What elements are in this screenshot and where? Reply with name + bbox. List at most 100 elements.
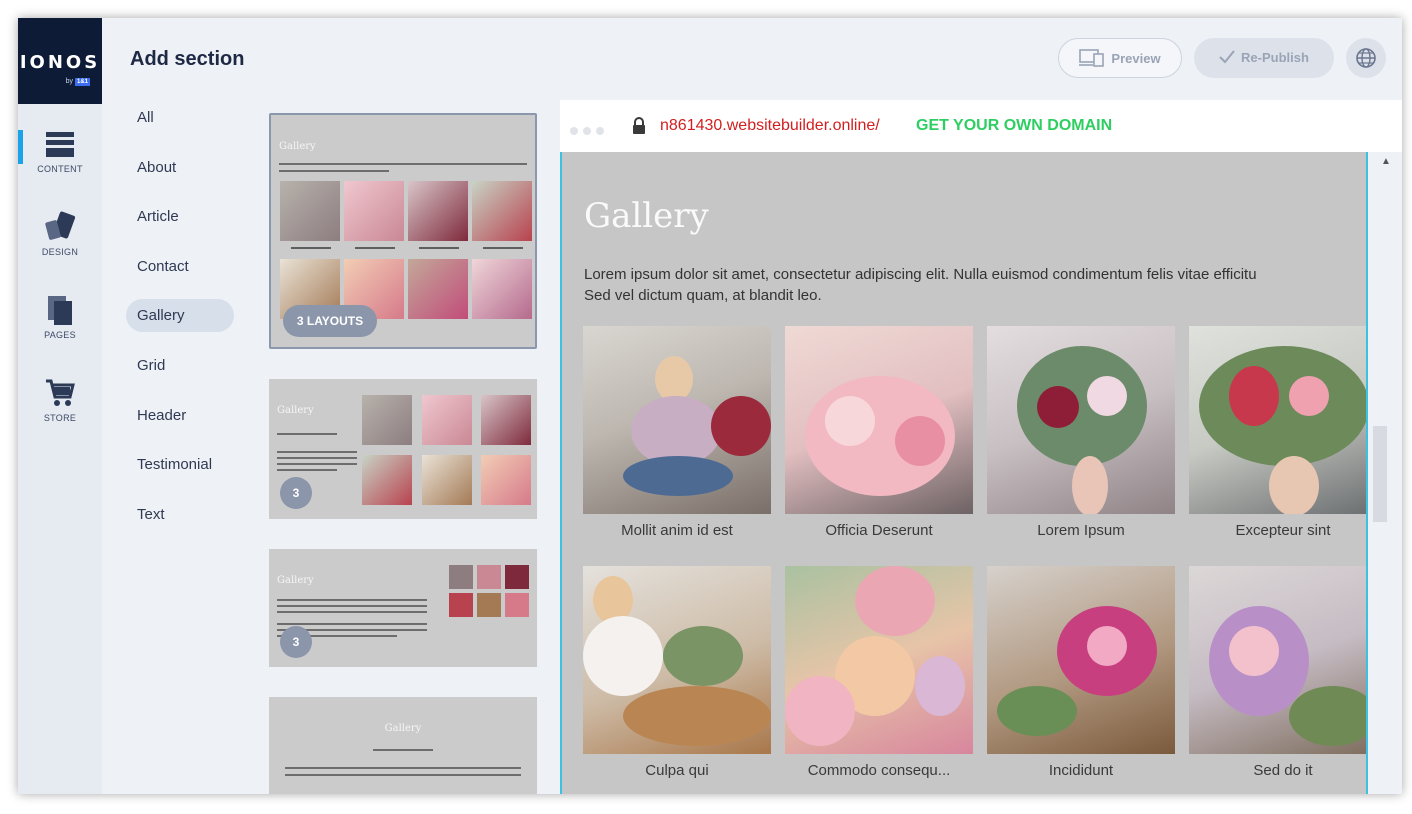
thumbnail-image xyxy=(472,259,532,319)
layout-thumbnail-1[interactable]: Gallery 3 LAYOUTS xyxy=(269,113,537,349)
gallery-caption-3[interactable]: Lorem Ipsum xyxy=(987,522,1175,539)
layout-thumbnail-3[interactable]: Gallery 3 xyxy=(269,549,537,667)
thumbnail-image xyxy=(481,395,531,445)
thumbnail-text-line xyxy=(277,451,357,453)
ionos-logo: IONOS by 1&1 xyxy=(18,18,102,104)
thumbnail-text-line xyxy=(279,170,389,172)
category-testimonial[interactable]: Testimonial xyxy=(126,448,234,481)
thumbnail-image xyxy=(505,565,529,589)
rail-content[interactable]: CONTENT xyxy=(18,116,102,186)
layout-thumbnail-4[interactable]: Gallery xyxy=(269,697,537,794)
category-header[interactable]: Header xyxy=(126,399,234,432)
site-url[interactable]: n861430.websitebuilder.online/ xyxy=(660,117,880,135)
thumbnail-caption xyxy=(419,247,459,249)
pages-icon xyxy=(48,296,72,325)
rail-design[interactable]: DESIGN xyxy=(18,199,102,269)
cart-icon xyxy=(46,379,75,406)
preview-scrollbar[interactable]: ▲ xyxy=(1372,152,1402,794)
rail-pages-label: PAGES xyxy=(44,330,76,340)
rail-store[interactable]: STORE xyxy=(18,365,102,435)
gallery-caption-1[interactable]: Mollit anim id est xyxy=(583,522,771,539)
layouts-badge: 3 xyxy=(280,477,312,509)
logo-mark: 1&1 xyxy=(74,78,90,86)
layout-thumbnail-2[interactable]: Gallery 3 xyxy=(269,379,537,519)
lock-icon xyxy=(633,117,645,134)
devices-icon xyxy=(1079,49,1105,67)
window-dots xyxy=(570,122,609,140)
rail-design-label: DESIGN xyxy=(41,247,79,257)
thumbnail-image xyxy=(449,593,473,617)
thumbnail-text-line xyxy=(285,774,521,776)
gallery-image-7[interactable] xyxy=(987,566,1175,754)
layouts-badge: 3 xyxy=(280,626,312,658)
category-all[interactable]: All xyxy=(126,101,234,134)
thumbnail-image xyxy=(280,181,340,241)
thumbnail-image xyxy=(477,593,501,617)
logo-by: by xyxy=(65,78,73,85)
rail-pages[interactable]: PAGES xyxy=(18,282,102,352)
gallery-title[interactable]: Gallery xyxy=(584,196,709,236)
logo-text: IONOS xyxy=(19,52,101,73)
thumbnail-image xyxy=(481,455,531,505)
preview-button[interactable]: Preview xyxy=(1058,38,1182,78)
thumbnail-text-line xyxy=(277,623,427,625)
thumbnail-title: Gallery xyxy=(277,575,314,586)
thumbnail-text-line xyxy=(285,767,521,769)
gallery-caption-6[interactable]: Commodo consequ... xyxy=(785,762,973,779)
site-preview[interactable]: Gallery Lorem ipsum dolor sit amet, cons… xyxy=(560,152,1368,794)
gallery-caption-2[interactable]: Officia Deserunt xyxy=(785,522,973,539)
thumbnail-text-line xyxy=(277,599,427,601)
gallery-caption-8[interactable]: Sed do it xyxy=(1189,762,1366,779)
gallery-image-8[interactable] xyxy=(1189,566,1366,754)
left-rail: IONOS by 1&1 CONTENT DESIGN PAGES STORE xyxy=(18,18,102,794)
category-article[interactable]: Article xyxy=(126,200,234,233)
logo-byline: by 1&1 xyxy=(66,78,90,86)
category-text[interactable]: Text xyxy=(126,498,234,531)
thumbnail-text-line xyxy=(277,605,427,607)
thumbnail-caption xyxy=(355,247,395,249)
gallery-image-3[interactable] xyxy=(987,326,1175,514)
category-grid[interactable]: Grid xyxy=(126,349,234,382)
category-contact[interactable]: Contact xyxy=(126,250,234,283)
thumbnail-title: Gallery xyxy=(384,723,422,734)
thumbnail-image xyxy=(408,259,468,319)
category-gallery[interactable]: Gallery xyxy=(126,299,234,332)
panel-title: Add section xyxy=(130,48,245,70)
thumbnail-image xyxy=(505,593,529,617)
language-button[interactable] xyxy=(1346,38,1386,78)
gallery-image-4[interactable] xyxy=(1189,326,1366,514)
browser-url-bar: n861430.websitebuilder.online/ GET YOUR … xyxy=(560,100,1402,152)
thumbnail-image xyxy=(449,565,473,589)
design-icon xyxy=(45,211,76,240)
thumbnail-image xyxy=(362,395,412,445)
gallery-description[interactable]: Lorem ipsum dolor sit amet, consectetur … xyxy=(584,264,1366,306)
thumbnail-text-line xyxy=(277,433,337,435)
thumbnail-image xyxy=(408,181,468,241)
gallery-description-line-1: Lorem ipsum dolor sit amet, consectetur … xyxy=(584,266,1257,283)
thumbnail-image xyxy=(422,455,472,505)
thumbnail-image xyxy=(362,455,412,505)
rail-content-label: CONTENT xyxy=(37,164,83,174)
republish-label: Re-Publish xyxy=(1241,50,1309,65)
gallery-caption-7[interactable]: Incididunt xyxy=(987,762,1175,779)
thumbnail-caption xyxy=(483,247,523,249)
globe-icon xyxy=(1356,48,1376,68)
rail-store-label: STORE xyxy=(43,413,77,423)
thumbnail-text-line xyxy=(277,457,357,459)
gallery-image-6[interactable] xyxy=(785,566,973,754)
scroll-up-icon[interactable]: ▲ xyxy=(1381,156,1391,167)
category-about[interactable]: About xyxy=(126,151,234,184)
thumbnail-title: Gallery xyxy=(277,405,314,416)
republish-button[interactable]: Re-Publish xyxy=(1194,38,1334,78)
gallery-description-line-2: Sed vel dictum quam, at blandit leo. xyxy=(584,287,822,304)
scrollbar-thumb[interactable] xyxy=(1373,426,1387,522)
gallery-caption-4[interactable]: Excepteur sint xyxy=(1189,522,1366,539)
gallery-caption-5[interactable]: Culpa qui xyxy=(583,762,771,779)
gallery-image-2[interactable] xyxy=(785,326,973,514)
gallery-image-5[interactable] xyxy=(583,566,771,754)
gallery-image-1[interactable] xyxy=(583,326,771,514)
get-domain-link[interactable]: GET YOUR OWN DOMAIN xyxy=(916,117,1112,135)
thumbnail-image xyxy=(344,181,404,241)
preview-label: Preview xyxy=(1111,51,1161,66)
thumbnail-text-line xyxy=(277,463,357,465)
